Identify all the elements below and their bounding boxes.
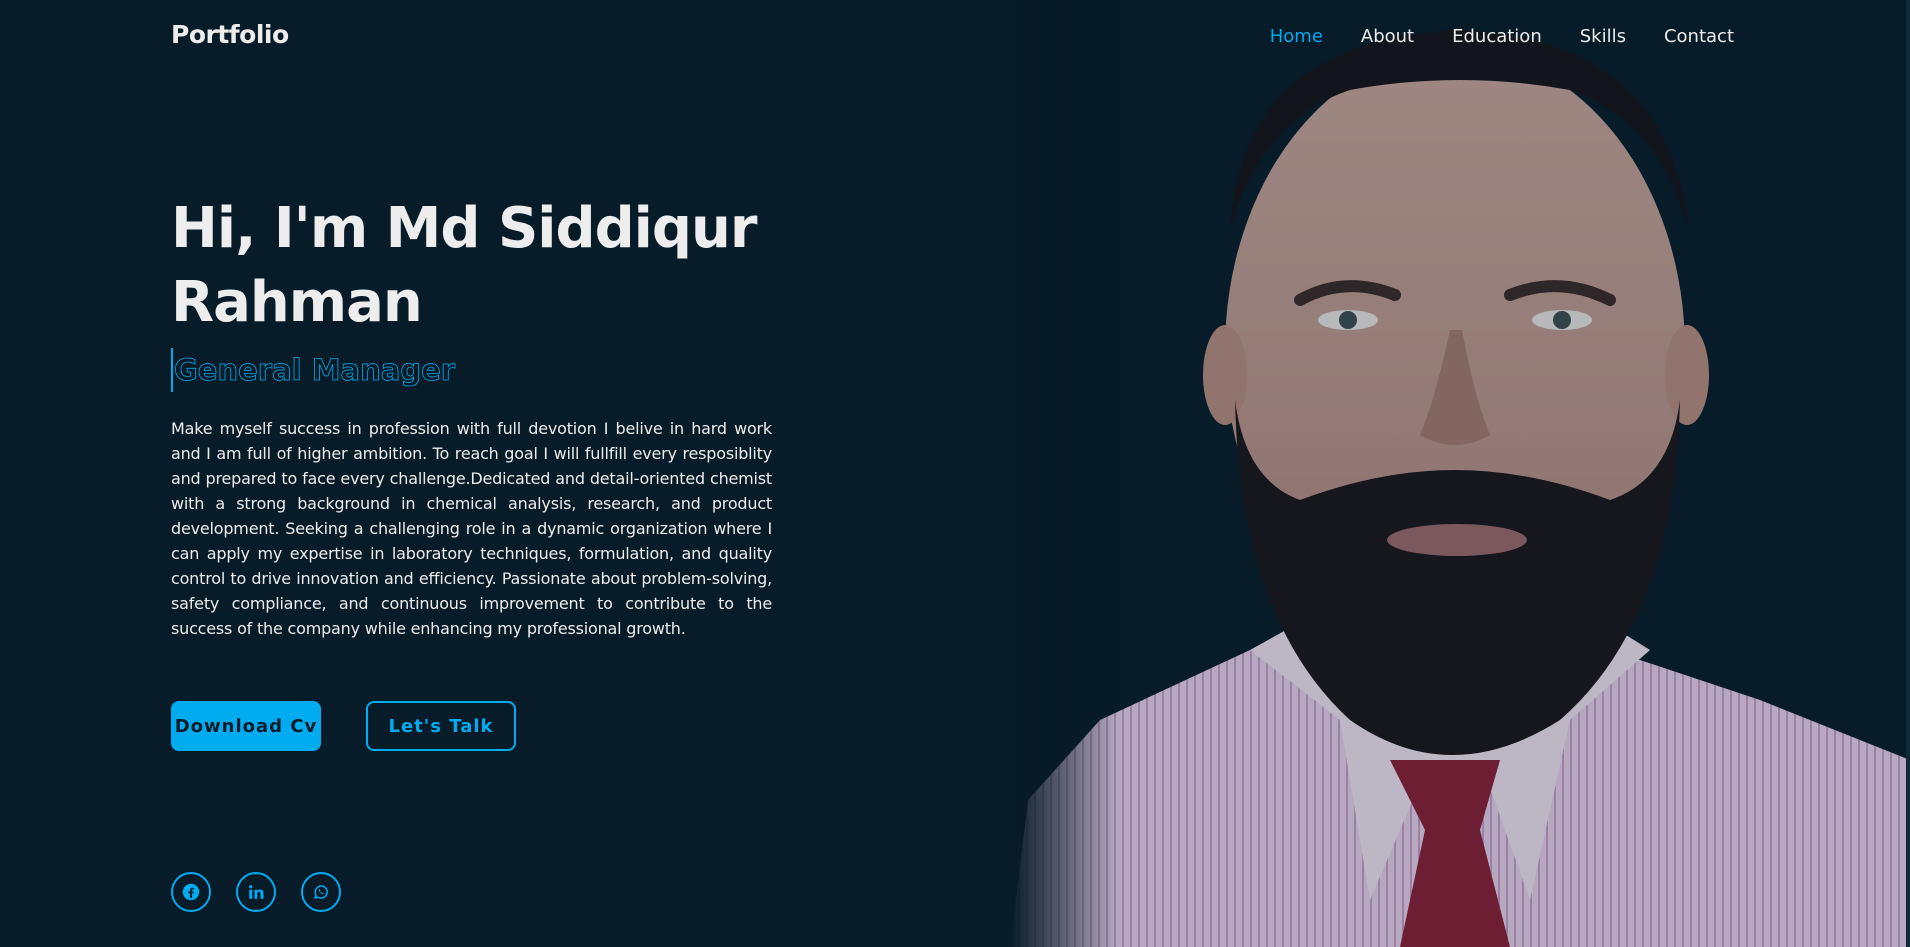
social-links: [171, 872, 341, 912]
hero-heading-line1: Hi, I'm Md Siddiqur: [171, 196, 757, 261]
facebook-link[interactable]: [171, 872, 211, 912]
whatsapp-icon: [314, 885, 328, 899]
nav-education[interactable]: Education: [1452, 26, 1542, 47]
logo[interactable]: Portfolio: [171, 20, 289, 49]
facebook-icon: [182, 883, 200, 901]
profile-photo: [1010, 0, 1910, 947]
nav-about[interactable]: About: [1361, 26, 1414, 47]
nav-skills[interactable]: Skills: [1580, 26, 1626, 47]
hero-buttons: Download Cv Let's Talk: [171, 701, 516, 751]
hero-heading-line2: Rahman: [171, 270, 423, 335]
linkedin-link[interactable]: [236, 872, 276, 912]
nav-contact[interactable]: Contact: [1664, 26, 1734, 47]
linkedin-icon: [249, 885, 264, 899]
main-nav: Home About Education Skills Contact: [1270, 26, 1734, 47]
hero-content: Hi, I'm Md Siddiqur Rahman General Manag…: [171, 192, 772, 641]
hero-description: Make myself success in profession with f…: [171, 419, 772, 638]
lets-talk-button[interactable]: Let's Talk: [366, 701, 516, 751]
download-cv-button[interactable]: Download Cv: [171, 701, 321, 751]
nav-home[interactable]: Home: [1270, 26, 1323, 47]
role-title: General Manager: [171, 348, 772, 392]
portfolio-page: Portfolio Home About Education Skills Co…: [0, 0, 1910, 947]
whatsapp-link[interactable]: [301, 872, 341, 912]
hero-heading: Hi, I'm Md Siddiqur Rahman: [171, 192, 772, 340]
site-header: Portfolio Home About Education Skills Co…: [0, 0, 1910, 76]
scrollbar[interactable]: [1906, 0, 1910, 947]
